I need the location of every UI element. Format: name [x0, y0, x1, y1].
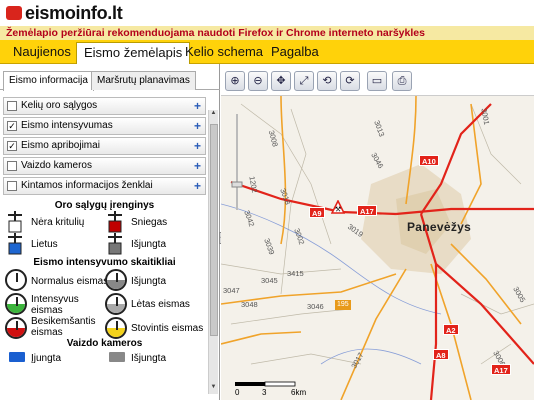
legend-snow: Sniegas — [131, 217, 168, 228]
gauge-normal-icon — [5, 269, 27, 291]
expand-icon[interactable]: + — [194, 118, 201, 134]
legend-normal: Normalus eismas — [31, 276, 109, 287]
map-view[interactable]: 3008 3013 3046 3001 1202 3018 3042 3019 … — [221, 64, 534, 400]
scroll-up-icon[interactable]: ▲ — [209, 110, 218, 120]
expand-icon[interactable]: + — [194, 158, 201, 174]
weather-rain-icon — [8, 233, 22, 255]
road-badge: A8 — [433, 349, 449, 360]
next-view-icon[interactable]: ⟳ — [340, 71, 360, 91]
legend-rain: Lietus — [31, 239, 58, 250]
layer-road-weather[interactable]: Kelių oro sąlygos + — [3, 97, 206, 115]
scale-tick: 3 — [262, 388, 267, 397]
gauge-slow-icon — [105, 293, 127, 315]
logo[interactable]: eismoinfo.lt — [6, 3, 123, 24]
nav-tab-news[interactable]: Naujienos — [6, 42, 78, 64]
road-badge: A2 — [443, 324, 459, 335]
gauge-standstill-icon — [105, 317, 127, 339]
checkbox[interactable] — [7, 181, 17, 191]
svg-text:⚒: ⚒ — [335, 206, 341, 214]
weather-snow-icon — [108, 211, 122, 233]
pan-icon[interactable]: ✥ — [271, 71, 291, 91]
route-number: 3046 — [307, 302, 324, 311]
header: eismoinfo.lt — [0, 0, 534, 26]
scroll-thumb[interactable] — [210, 124, 218, 336]
layer-video-cameras[interactable]: Vaizdo kameros + — [3, 157, 206, 175]
layer-label: Vaizdo kameros — [21, 160, 92, 171]
checkbox[interactable] — [7, 101, 17, 111]
previous-view-icon[interactable]: ⟲ — [317, 71, 337, 91]
legend-camera-on: Įjungta — [31, 353, 62, 364]
logo-text: eismoinfo.lt — [25, 3, 123, 23]
roadworks-warning-icon[interactable]: ⚒ — [331, 200, 345, 214]
legend-slow: Lėtas eismas — [131, 299, 190, 310]
legend-cameras-title: Vaizdo kameros — [66, 338, 143, 349]
map-toolbar: ⊕ ⊖ ✥ ⤢ ⟲ ⟳ ▭ ⎙ — [221, 64, 534, 96]
road-badge: A17 — [491, 364, 511, 375]
zoom-slider[interactable] — [231, 114, 243, 210]
scroll-down-icon[interactable]: ▼ — [209, 384, 218, 394]
legend-intense: Intensyvus eismas — [31, 294, 79, 316]
gauge-off-icon — [105, 269, 127, 291]
route-number: 3415 — [287, 269, 304, 278]
layer-label: Eismo intensyvumas — [21, 120, 113, 131]
checkbox[interactable]: ✓ — [7, 141, 17, 151]
scale-tick: 6km — [291, 388, 307, 397]
zoom-out-icon[interactable]: ⊖ — [248, 71, 268, 91]
tab-traffic-info[interactable]: Eismo informacija — [3, 71, 94, 91]
browser-notice: Žemėlapio peržiūrai rekomenduojama naudo… — [0, 26, 534, 40]
layer-label: Eismo apribojimai — [21, 140, 100, 151]
layer-traffic-intensity[interactable]: ✓ Eismo intensyvumas + — [3, 117, 206, 135]
side-panel: Eismo informacija Maršrutų planavimas Ke… — [0, 64, 220, 400]
expand-icon[interactable]: + — [194, 138, 201, 154]
measure-icon[interactable]: ▭ — [367, 71, 387, 91]
camera-off-icon — [109, 352, 125, 362]
nav-tab-road-scheme[interactable]: Kelio schema — [178, 42, 270, 64]
road-badge: A10 — [419, 155, 439, 166]
camera-on-icon — [9, 352, 25, 362]
main-nav: Naujienos Eismo žemėlapis Kelio schema P… — [0, 40, 534, 64]
route-number: 3045 — [261, 276, 278, 285]
layer-label: Kelių oro sąlygos — [21, 100, 98, 111]
checkbox[interactable] — [7, 161, 17, 171]
route-badge: 195 — [335, 300, 351, 310]
expand-icon[interactable]: + — [194, 178, 201, 194]
nav-tab-help[interactable]: Pagalba — [264, 42, 326, 64]
scale-tick: 0 — [235, 388, 240, 397]
legend-standstill: Stovintis eismas — [131, 323, 204, 334]
weather-off-icon — [108, 233, 122, 255]
scale-bar: 0 3 6km — [235, 380, 315, 398]
tab-route-planning[interactable]: Maršrutų planavimas — [91, 71, 196, 90]
legend-camera-off: Išjungta — [131, 353, 167, 364]
route-number: 3048 — [241, 300, 258, 309]
layer-variable-signs[interactable]: Kintamos informacijos ženklai + — [3, 177, 206, 195]
panel-scrollbar[interactable]: ▲ ▼ — [208, 110, 218, 394]
zoom-extent-icon[interactable]: ⤢ — [294, 71, 314, 91]
nav-tab-traffic-map[interactable]: Eismo žemėlapis — [76, 42, 191, 64]
road-badge: A17 — [357, 205, 377, 216]
checkbox[interactable]: ✓ — [7, 121, 17, 131]
layer-label: Kintamos informacijos ženklai — [21, 180, 153, 191]
legend-weather-off: Išjungta — [131, 239, 167, 250]
legend: Oro sąlygų įrenginys Nėra kritulių Snieg… — [3, 198, 206, 398]
route-number: 3047 — [223, 286, 240, 295]
panel-tabs: Eismo informacija Maršrutų planavimas — [0, 68, 220, 91]
legend-intensity-title: Eismo intensyvumo skaitikliai — [33, 257, 176, 268]
legend-congested: Besikemšantis eismas — [31, 316, 96, 338]
legend-no-precip: Nėra kritulių — [31, 217, 85, 228]
legend-intensity-off: Išjungta — [131, 276, 167, 287]
road-badge: A9 — [309, 207, 325, 218]
weather-station-icon — [8, 211, 22, 233]
legend-weather-title: Oro sąlygų įrenginys — [54, 200, 155, 211]
zoom-in-icon[interactable]: ⊕ — [225, 71, 245, 91]
gauge-congested-icon — [5, 317, 27, 339]
expand-icon[interactable]: + — [194, 98, 201, 114]
logo-icon — [6, 6, 22, 20]
print-icon[interactable]: ⎙ — [392, 71, 412, 91]
layer-traffic-restrictions[interactable]: ✓ Eismo apribojimai + — [3, 137, 206, 155]
town-label: Panevėžys — [407, 220, 472, 234]
gauge-intense-icon — [5, 293, 27, 315]
